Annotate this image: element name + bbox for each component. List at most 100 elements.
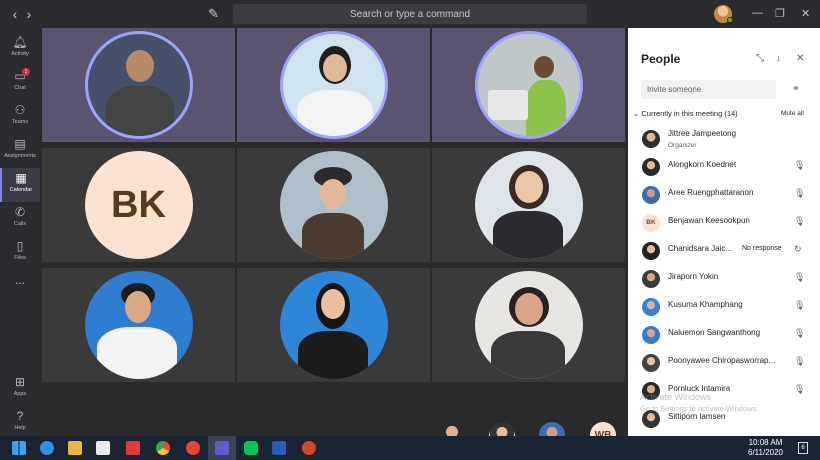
no-mic-toggle-icon[interactable]: ⤡ bbox=[756, 53, 764, 64]
edge-icon[interactable] bbox=[40, 441, 54, 455]
participant-row[interactable]: Alongkorn Koednet 🎙︎ bbox=[628, 154, 820, 182]
participant-avatar bbox=[642, 130, 660, 148]
close-icon[interactable]: ✕ bbox=[801, 7, 810, 20]
participant-name: Chanidsara Jaic... bbox=[668, 244, 733, 253]
rail-label: Assignments bbox=[4, 153, 36, 159]
video-tile[interactable] bbox=[432, 148, 625, 262]
chat-icon: ▭ bbox=[14, 69, 26, 83]
powerpoint-icon[interactable] bbox=[302, 441, 316, 455]
rail-label: Apps bbox=[13, 391, 27, 397]
participant-name: Aree Ruengphattaranon bbox=[668, 188, 754, 197]
watermark-subtitle: Go to Settings to activate Windows. bbox=[640, 404, 759, 413]
video-tile[interactable]: BK bbox=[42, 148, 235, 262]
participant-row[interactable]: Kusuma Khamphang 🎙︎ bbox=[628, 294, 820, 322]
participant-avatar bbox=[84, 271, 193, 379]
invite-input[interactable]: Invite someone bbox=[641, 80, 776, 99]
participant-row[interactable]: Aree Ruengphattaranon 🎙︎ bbox=[628, 182, 820, 210]
clock-time: 10:08 AM bbox=[748, 438, 783, 447]
rail-label: Calls bbox=[13, 221, 27, 227]
video-tile[interactable] bbox=[432, 268, 625, 382]
rail-item-teams[interactable]: ⚇ Teams bbox=[0, 100, 40, 134]
rail-label: Chat bbox=[14, 85, 26, 91]
participant-name: Naluemon Sangwanthong bbox=[668, 328, 761, 337]
rail-item-chat[interactable]: ▭ 1 Chat bbox=[0, 66, 40, 100]
forward-arrow-icon[interactable]: › bbox=[20, 6, 38, 22]
phone-icon: ✆ bbox=[14, 205, 26, 219]
rail-label: Files bbox=[14, 255, 26, 261]
retry-icon[interactable]: ↻ bbox=[794, 244, 802, 255]
rail-label: Teams bbox=[11, 119, 29, 125]
watermark-title: Activate Windows bbox=[640, 392, 712, 402]
section-label: Currently in this meeting (14) bbox=[641, 109, 738, 118]
panel-title: People bbox=[641, 52, 681, 66]
mic-off-icon: 🎙︎ bbox=[794, 160, 806, 170]
store-icon[interactable] bbox=[96, 441, 110, 455]
more-icon: ... bbox=[14, 273, 25, 287]
notification-center-icon[interactable]: 6 bbox=[798, 442, 808, 454]
participant-row[interactable]: Jiraporn Yokin 🎙︎ bbox=[628, 266, 820, 294]
apps-icon: ⊞ bbox=[14, 375, 26, 389]
presence-status-icon bbox=[727, 17, 733, 23]
teams-taskbar-icon[interactable] bbox=[215, 441, 229, 455]
video-tile[interactable] bbox=[42, 268, 235, 382]
mic-off-icon: 🎙︎ bbox=[794, 328, 806, 338]
avatar-initials: BK bbox=[111, 183, 166, 226]
share-link-icon[interactable]: ⚭ bbox=[792, 83, 800, 94]
participant-row[interactable]: Jittree Jampeetong Organizer bbox=[628, 126, 820, 154]
mic-off-icon: 🎙︎ bbox=[794, 216, 806, 226]
app-red-icon[interactable] bbox=[186, 441, 200, 455]
rail-label: Activity bbox=[11, 51, 29, 57]
participant-row[interactable]: Poonyawee Chiropasworrap... 🎙︎ bbox=[628, 350, 820, 378]
participant-avatar bbox=[642, 298, 660, 316]
title-bar: ‹ › ✎ Search or type a command — ❐ ✕ bbox=[0, 0, 820, 28]
clock-date: 6/11/2020 bbox=[748, 448, 783, 457]
attendee-section-header[interactable]: ⌄ Currently in this meeting (14) bbox=[633, 109, 738, 118]
participant-avatar: BK bbox=[84, 151, 193, 259]
assignments-icon: ▤ bbox=[14, 137, 26, 151]
participant-role: Organizer bbox=[668, 142, 697, 149]
bell-icon: 🔔︎ bbox=[12, 35, 28, 49]
download-icon[interactable]: ↓ bbox=[776, 53, 781, 64]
participant-name: Alongkorn Koednet bbox=[668, 160, 737, 169]
files-icon: ▯ bbox=[16, 239, 24, 253]
windows-start-icon[interactable] bbox=[12, 441, 26, 455]
close-icon[interactable]: ✕ bbox=[796, 53, 804, 64]
rail-item-assignments[interactable]: ▤ Assignments bbox=[0, 134, 40, 168]
unread-badge: 1 bbox=[22, 68, 30, 76]
participant-row[interactable]: BK Benjawan Keesookpun 🎙︎ bbox=[628, 210, 820, 238]
mute-all-button[interactable]: Mute all bbox=[781, 110, 804, 117]
video-tile[interactable] bbox=[432, 28, 625, 142]
participant-avatar bbox=[642, 186, 660, 204]
participant-avatar bbox=[642, 326, 660, 344]
file-explorer-icon[interactable] bbox=[68, 441, 82, 455]
mic-off-icon: 🎙︎ bbox=[794, 300, 806, 310]
app-b-icon[interactable] bbox=[126, 441, 140, 455]
participant-name: Kusuma Khamphang bbox=[668, 300, 743, 309]
rail-item-activity[interactable]: 🔔︎ Activity bbox=[0, 32, 40, 66]
rail-item-files[interactable]: ▯ Files bbox=[0, 236, 40, 270]
line-icon[interactable] bbox=[244, 441, 258, 455]
participant-avatar: BK bbox=[642, 214, 660, 232]
participant-avatar bbox=[474, 271, 583, 379]
minimize-icon[interactable]: — bbox=[752, 7, 763, 19]
participant-avatar bbox=[84, 31, 193, 139]
rail-item-calendar[interactable]: ▦ Calendar bbox=[0, 168, 40, 202]
rail-item-more[interactable]: ... bbox=[0, 270, 40, 304]
video-tile[interactable] bbox=[237, 268, 430, 382]
rail-item-calls[interactable]: ✆ Calls bbox=[0, 202, 40, 236]
video-tile[interactable] bbox=[237, 28, 430, 142]
search-input[interactable]: Search or type a command bbox=[233, 4, 587, 24]
participant-avatar bbox=[279, 151, 388, 259]
rail-item-apps[interactable]: ⊞ Apps bbox=[0, 372, 40, 406]
participant-row[interactable]: Chanidsara Jaic... No response ↻ bbox=[628, 238, 820, 266]
mic-off-icon: 🎙︎ bbox=[794, 356, 806, 366]
chrome-icon[interactable] bbox=[156, 441, 170, 455]
participant-row[interactable]: Naluemon Sangwanthong 🎙︎ bbox=[628, 322, 820, 350]
maximize-icon[interactable]: ❐ bbox=[775, 7, 785, 20]
rail-item-help[interactable]: ? Help bbox=[0, 406, 40, 440]
word-icon[interactable] bbox=[272, 441, 286, 455]
video-tile[interactable] bbox=[237, 148, 430, 262]
compose-icon[interactable]: ✎ bbox=[208, 6, 219, 22]
system-clock[interactable]: 10:08 AM 6/11/2020 bbox=[748, 438, 783, 458]
video-tile[interactable] bbox=[42, 28, 235, 142]
